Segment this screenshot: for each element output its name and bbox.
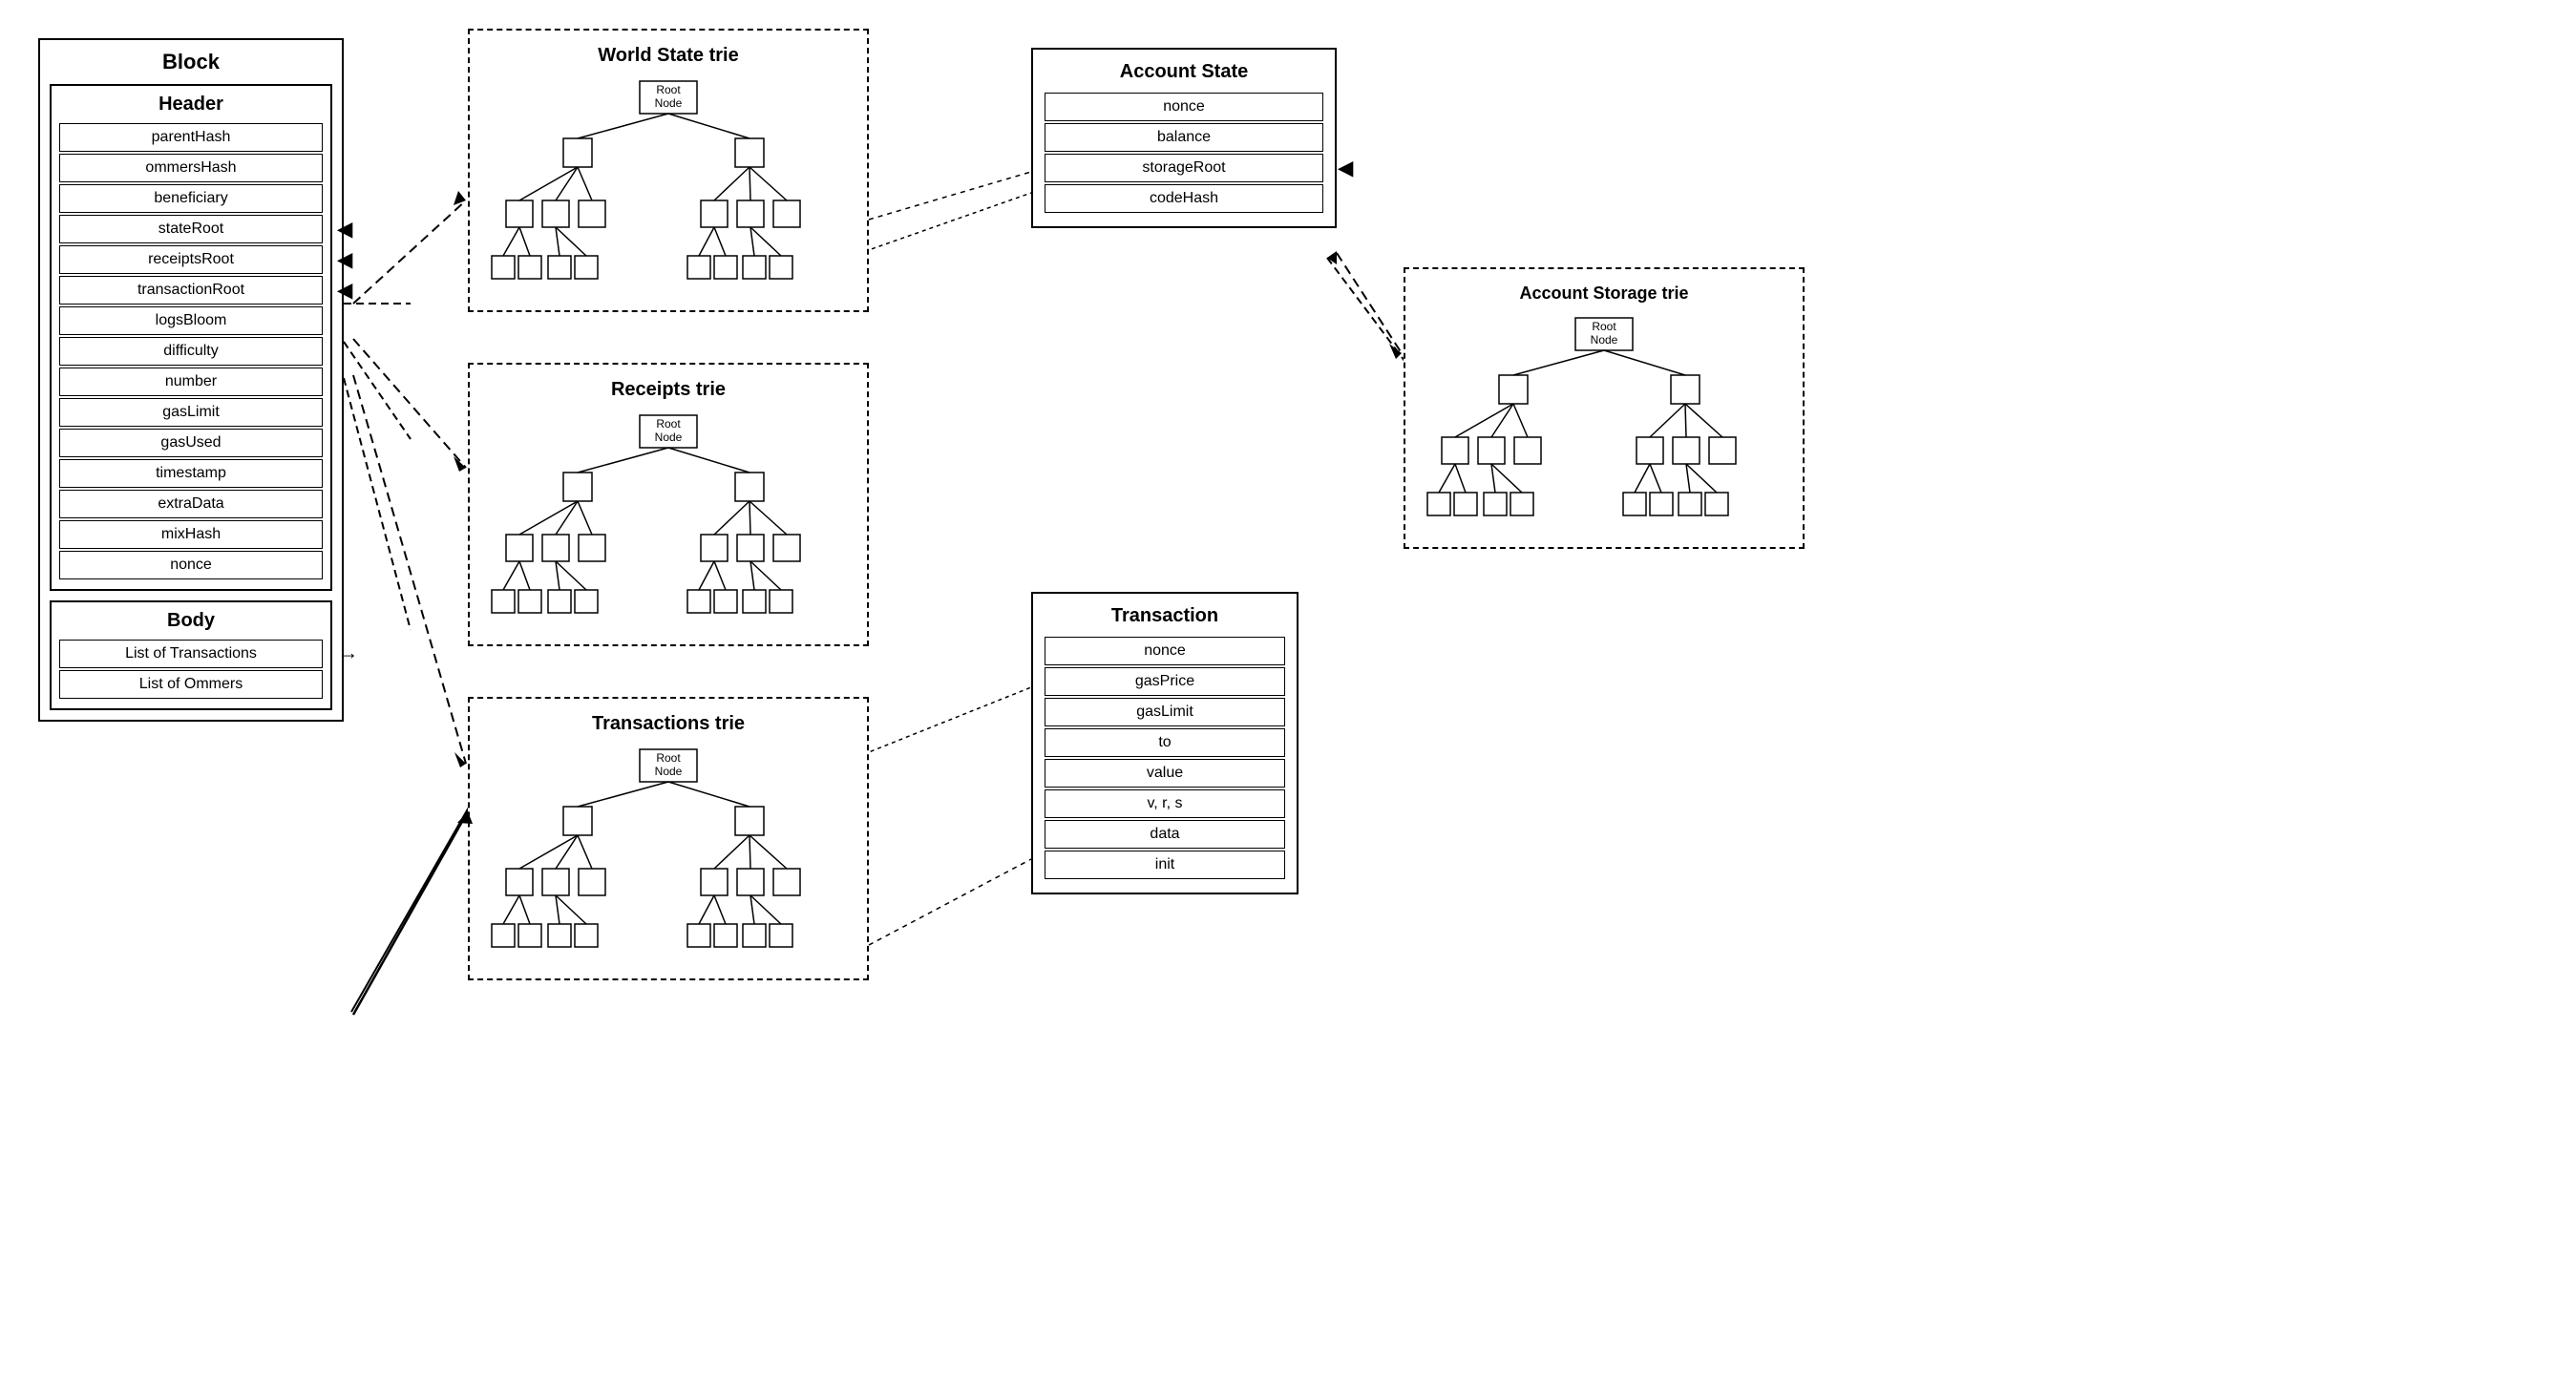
field-mixHash: mixHash bbox=[59, 520, 323, 549]
storage-tree-svg: Root Node bbox=[1423, 313, 1785, 533]
field-stateRoot: stateRoot ◀ bbox=[59, 215, 323, 243]
account-storage-trie-panel: Account Storage trie Root Node bbox=[1404, 267, 1805, 549]
transactionroot-arrow: ◀ bbox=[338, 279, 352, 303]
svg-text:Node: Node bbox=[655, 431, 683, 444]
receipts-trie-title: Receipts trie bbox=[484, 379, 853, 401]
transactions-trie-panel: Transactions trie Root Node bbox=[468, 697, 869, 980]
field-tx-nonce: nonce bbox=[1045, 637, 1285, 665]
transactions-tree-svg: Root Node bbox=[487, 745, 850, 964]
svg-text:Root: Root bbox=[656, 751, 681, 765]
field-gasUsed: gasUsed bbox=[59, 429, 323, 457]
transactions-arrow: → bbox=[339, 643, 358, 665]
field-balance: balance bbox=[1045, 123, 1323, 152]
account-storage-trie-title: Account Storage trie bbox=[1420, 284, 1788, 304]
field-beneficiary: beneficiary bbox=[59, 184, 323, 213]
transactions-trie-title: Transactions trie bbox=[484, 713, 853, 735]
diagram-container: Block Header parentHash ommersHash benef… bbox=[0, 0, 2576, 1387]
block-panel: Block Header parentHash ommersHash benef… bbox=[38, 38, 344, 722]
field-storageRoot: storageRoot ◀ bbox=[1045, 154, 1323, 182]
header-panel: Header parentHash ommersHash beneficiary… bbox=[50, 84, 332, 591]
field-tx-value: value bbox=[1045, 759, 1285, 788]
receipts-tree-svg: Root Node bbox=[487, 410, 850, 630]
transaction-title: Transaction bbox=[1045, 605, 1285, 627]
svg-text:Root: Root bbox=[656, 83, 681, 96]
stateroot-arrow: ◀ bbox=[338, 218, 352, 242]
receiptsroot-arrow: ◀ bbox=[338, 248, 352, 272]
svg-text:Root: Root bbox=[1592, 320, 1616, 333]
field-list-of-transactions: List of Transactions → bbox=[59, 640, 323, 668]
field-tx-gasLimit: gasLimit bbox=[1045, 698, 1285, 726]
account-state-title: Account State bbox=[1045, 61, 1323, 83]
field-extraData: extraData bbox=[59, 490, 323, 518]
body-title: Body bbox=[59, 610, 323, 632]
block-title: Block bbox=[50, 50, 332, 74]
svg-text:Node: Node bbox=[655, 765, 683, 778]
field-gasLimit: gasLimit bbox=[59, 398, 323, 427]
field-number: number bbox=[59, 368, 323, 396]
field-timestamp: timestamp bbox=[59, 459, 323, 488]
account-state-panel: Account State nonce balance storageRoot … bbox=[1031, 48, 1337, 228]
svg-text:Root: Root bbox=[656, 417, 681, 431]
field-codeHash: codeHash bbox=[1045, 184, 1323, 213]
field-ommersHash: ommersHash bbox=[59, 154, 323, 182]
field-receiptsRoot: receiptsRoot ◀ bbox=[59, 245, 323, 274]
field-tx-vrs: v, r, s bbox=[1045, 789, 1285, 818]
field-nonce: nonce bbox=[59, 551, 323, 579]
world-state-tree-svg: Root Node bbox=[487, 76, 850, 296]
field-difficulty: difficulty bbox=[59, 337, 323, 366]
field-list-of-ommers: List of Ommers bbox=[59, 670, 323, 699]
field-parentHash: parentHash bbox=[59, 123, 323, 152]
field-tx-gasPrice: gasPrice bbox=[1045, 667, 1285, 696]
field-nonce-acc: nonce bbox=[1045, 93, 1323, 121]
transaction-panel: Transaction nonce gasPrice gasLimit to v… bbox=[1031, 592, 1299, 894]
svg-text:Node: Node bbox=[655, 96, 683, 110]
field-logsBloom: logsBloom bbox=[59, 306, 323, 335]
field-transactionRoot: transactionRoot ◀ bbox=[59, 276, 323, 305]
storageroot-arrow: ◀ bbox=[1339, 157, 1353, 180]
svg-text:Node: Node bbox=[1591, 333, 1618, 347]
receipts-trie-panel: Receipts trie Root Node bbox=[468, 363, 869, 646]
world-state-trie-panel: World State trie Root Node bbox=[468, 29, 869, 312]
header-title: Header bbox=[59, 94, 323, 116]
field-tx-to: to bbox=[1045, 728, 1285, 757]
world-state-trie-title: World State trie bbox=[484, 45, 853, 67]
field-tx-init: init bbox=[1045, 851, 1285, 879]
field-tx-data: data bbox=[1045, 820, 1285, 849]
body-panel: Body List of Transactions → List of Omme… bbox=[50, 600, 332, 710]
